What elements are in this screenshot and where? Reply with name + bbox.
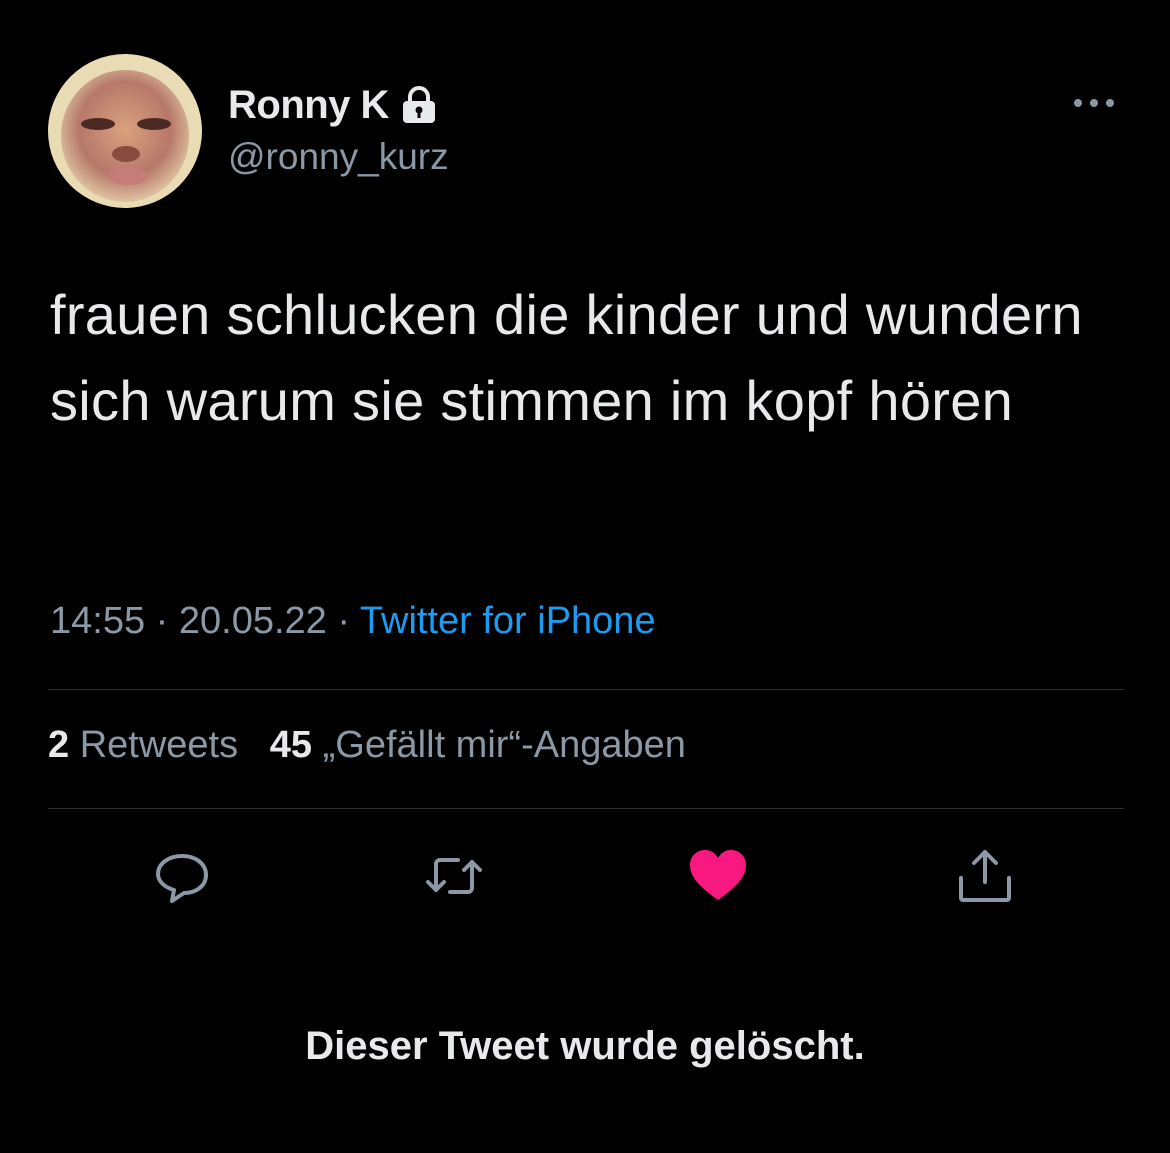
likes-label: „Gefällt mir“-Angaben xyxy=(322,724,686,766)
meta-separator: · xyxy=(155,600,169,642)
more-horizontal-icon[interactable] xyxy=(1068,88,1120,118)
tweet-text: frauen schlucken die kinder und wundern … xyxy=(50,283,1083,432)
tweet-meta: 14:55 · 20.05.22 · Twitter for iPhone xyxy=(50,600,656,643)
tweet-source-link[interactable]: Twitter for iPhone xyxy=(360,600,656,642)
reply-button[interactable] xyxy=(150,846,214,910)
retweets-stat[interactable]: 2 Retweets xyxy=(48,724,238,766)
avatar[interactable] xyxy=(48,54,202,208)
heart-icon xyxy=(688,846,748,911)
likes-stat[interactable]: 45 „Gefällt mir“-Angaben xyxy=(270,724,686,766)
display-name[interactable]: Ronny K xyxy=(228,83,389,128)
deleted-notice: Dieser Tweet wurde gelöscht. xyxy=(305,1024,865,1068)
retweet-button[interactable] xyxy=(422,846,486,910)
share-button[interactable] xyxy=(953,846,1017,910)
likes-count: 45 xyxy=(269,724,313,766)
tweet-time: 14:55 xyxy=(50,600,146,642)
meta-separator: · xyxy=(337,600,351,642)
retweets-count: 2 xyxy=(48,724,70,766)
tweet-stats: 2 Retweets 45 „Gefällt mir“-Angaben xyxy=(48,724,686,767)
user-handle[interactable]: @ronny_kurz xyxy=(228,136,449,178)
like-button[interactable] xyxy=(686,846,750,910)
lock-icon xyxy=(401,85,437,125)
divider xyxy=(48,689,1124,690)
share-icon xyxy=(953,844,1017,913)
reply-bubble-icon xyxy=(152,846,212,911)
tweet-date: 20.05.22 xyxy=(178,600,327,642)
retweets-label: Retweets xyxy=(79,724,239,766)
divider xyxy=(48,808,1124,809)
retweet-icon xyxy=(422,844,486,913)
